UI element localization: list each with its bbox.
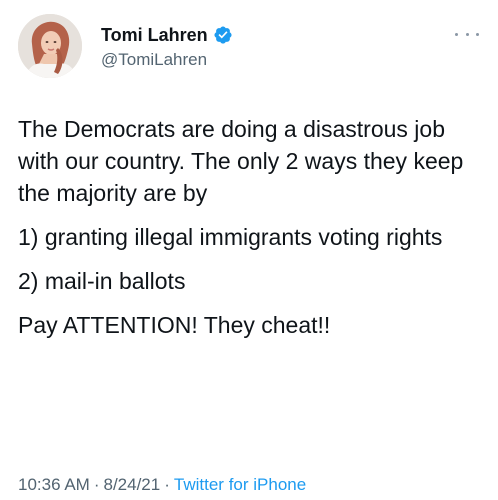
meta-separator: · (93, 475, 100, 494)
profile-photo-icon (18, 14, 82, 78)
tweet-text: The Democrats are doing a disastrous job… (18, 113, 488, 353)
more-dot (455, 32, 458, 36)
more-dot (476, 32, 479, 36)
tweet-time[interactable]: 10:36 AM (18, 475, 90, 494)
tweet-paragraph: Pay ATTENTION! They cheat!! (18, 312, 331, 338)
tweet-source-link[interactable]: Twitter for iPhone (174, 475, 306, 494)
display-name[interactable]: Tomi Lahren (101, 24, 208, 46)
more-dot (465, 32, 469, 36)
tweet-paragraph: The Democrats are doing a disastrous job… (18, 116, 464, 206)
tweet-paragraph: 1) granting illegal immigrants voting ri… (18, 224, 443, 250)
tweet-date[interactable]: 8/24/21 (104, 475, 161, 494)
tweet-paragraph: 2) mail-in ballots (18, 268, 186, 294)
more-options-icon[interactable] (455, 28, 479, 40)
meta-separator: · (164, 475, 170, 494)
author-name-row[interactable]: Tomi Lahren (101, 24, 233, 46)
avatar[interactable] (18, 14, 82, 78)
verified-badge-icon (213, 25, 233, 45)
tweet-card: Tomi Lahren @TomiLahren The Democrats ar… (0, 0, 498, 500)
user-handle[interactable]: @TomiLahren (101, 50, 207, 70)
tweet-meta: 10:36 AM · 8/24/21 · Twitter for iPhone (18, 475, 306, 495)
